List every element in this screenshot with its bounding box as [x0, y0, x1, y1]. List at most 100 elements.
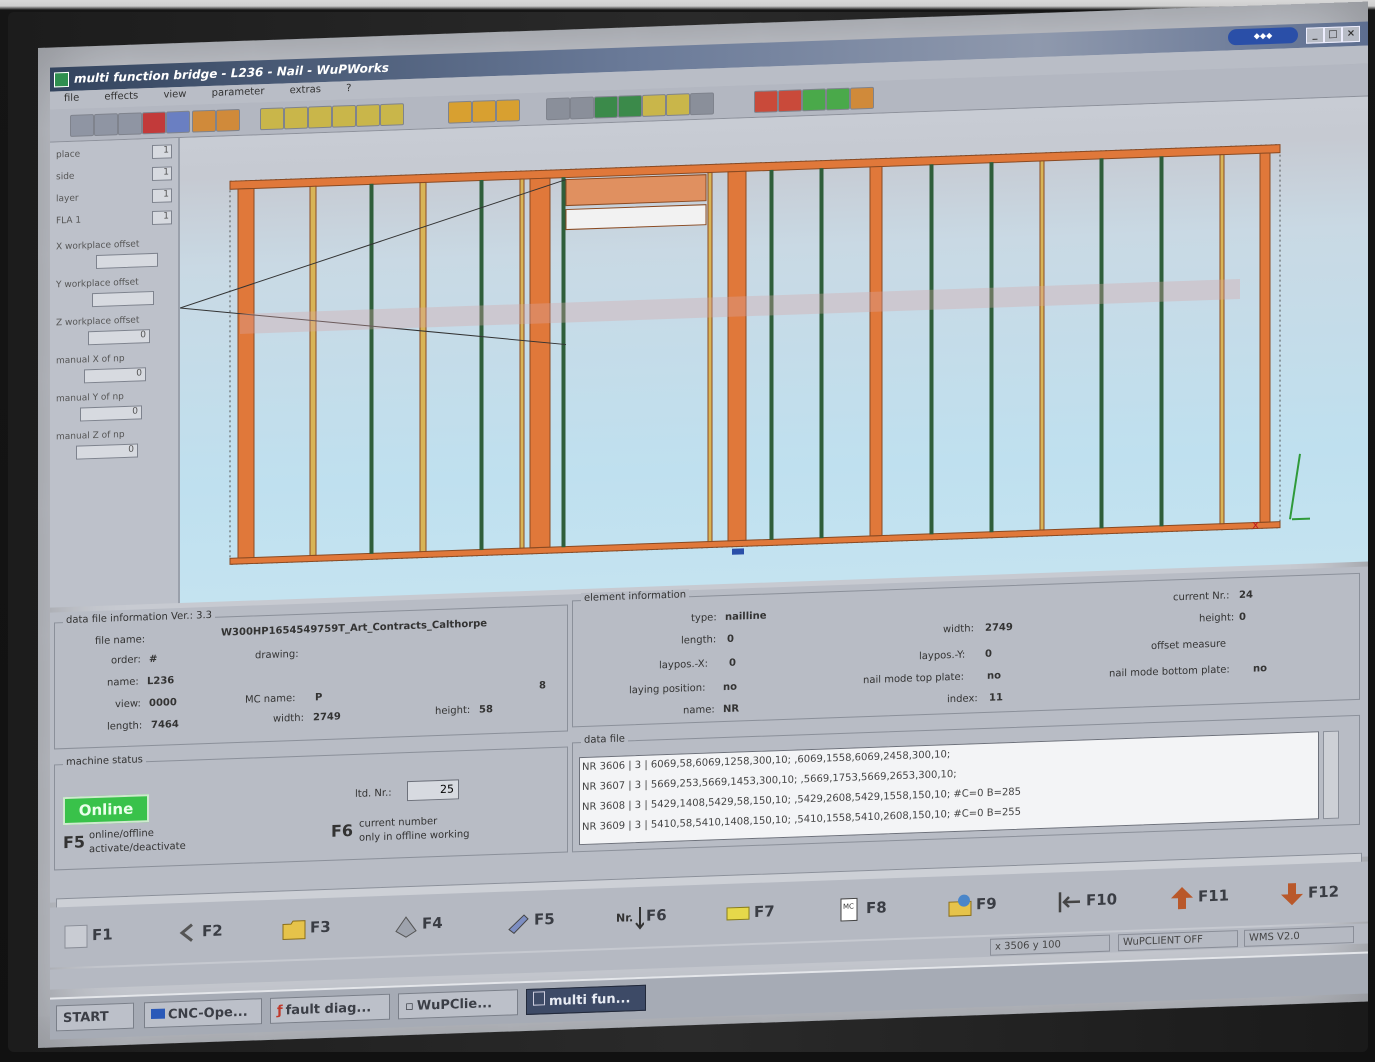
function-key-label: F4 — [422, 913, 443, 933]
toolbar-button[interactable] — [594, 95, 618, 119]
toolbar-button[interactable] — [618, 94, 642, 118]
layer-field[interactable]: 1 — [152, 188, 172, 204]
window-header — [565, 174, 707, 207]
menu-extras[interactable]: extras — [290, 84, 321, 96]
toolbar-button[interactable] — [192, 109, 216, 133]
wall-stud — [1259, 152, 1271, 523]
function-key-f3[interactable]: F3 — [274, 908, 382, 948]
menu-effects[interactable]: effects — [104, 90, 138, 102]
extra-value: 8 — [539, 680, 546, 692]
wall-stud — [929, 164, 934, 535]
axis-x-marker: x — [1252, 517, 1259, 531]
toolbar-button[interactable] — [332, 104, 356, 128]
f5-key-label[interactable]: F5 — [63, 832, 85, 852]
cursor-marker — [732, 548, 744, 555]
machine-status-panel: machine status Online F5 online/offline … — [54, 746, 568, 871]
label-icon — [726, 906, 750, 921]
task-wupclient[interactable]: ▫ WuPClie... — [398, 989, 518, 1020]
menu-view[interactable]: view — [163, 89, 186, 101]
task-icon: ƒ — [277, 1003, 283, 1019]
x-offset-field[interactable] — [96, 252, 158, 269]
function-key-f4[interactable]: F4 — [386, 904, 494, 944]
nail-bottom-value: no — [1253, 663, 1267, 675]
f5-text-2: activate/deactivate — [89, 840, 186, 856]
function-key-f2[interactable]: F2 — [166, 912, 274, 952]
toolbar-button[interactable] — [802, 88, 826, 112]
task-cnc-operator[interactable]: CNC-Ope... — [144, 998, 262, 1029]
manual-z-label: manual Z of np — [56, 429, 125, 443]
toolbar-button[interactable] — [308, 105, 332, 129]
toolbar-button[interactable] — [778, 89, 802, 113]
toolbar-button[interactable] — [826, 87, 850, 111]
function-key-label: F11 — [1198, 886, 1230, 906]
length-value: 7464 — [151, 719, 179, 732]
function-key-f5[interactable]: F5 — [498, 900, 606, 940]
function-key-f12[interactable]: F12 — [1272, 873, 1368, 913]
function-key-f6[interactable]: Nr. F6 — [610, 896, 718, 936]
toolbar-button[interactable] — [690, 92, 714, 116]
task-fault-diag[interactable]: ƒ fault diag... — [270, 993, 390, 1024]
wall-stud — [707, 171, 713, 543]
function-key-f1[interactable]: F1 — [56, 916, 164, 956]
element-width-value: 2749 — [985, 621, 1013, 634]
file-name-value: W300HP1654549759T_Art_Contracts_Calthorp… — [221, 618, 488, 639]
toolbar-button[interactable] — [70, 114, 94, 137]
y-offset-field[interactable] — [92, 290, 154, 308]
start-button[interactable]: START — [56, 1002, 134, 1032]
toolbar-button[interactable] — [216, 108, 240, 132]
function-key-label: F1 — [92, 925, 113, 945]
minimize-button[interactable]: _ — [1306, 27, 1324, 44]
ltd-nr-field[interactable]: 25 — [407, 779, 459, 802]
menu-help[interactable]: ? — [346, 83, 351, 94]
function-key-f11[interactable]: F11 — [1162, 877, 1270, 917]
wall-drawing-area[interactable]: x — [180, 96, 1368, 604]
toolbar-button[interactable] — [546, 97, 570, 121]
function-key-f9[interactable]: F9 — [940, 885, 1048, 925]
toolbar-button[interactable] — [94, 113, 118, 137]
function-key-f7[interactable]: F7 — [718, 892, 826, 932]
task-multi-function[interactable]: multi fun... — [526, 984, 646, 1015]
toolbar-button[interactable] — [850, 86, 874, 110]
function-key-f8[interactable]: MC F8 — [830, 889, 938, 929]
data-file-listbox[interactable]: NR 3606 | 3 | 6069,58,6069,1258,300,10; … — [579, 731, 1319, 846]
toolbar-button[interactable] — [260, 107, 284, 131]
toolbar-button[interactable] — [754, 90, 778, 113]
toolbar-button[interactable] — [570, 96, 594, 120]
wall-stud — [727, 170, 747, 542]
svg-text:MC: MC — [843, 903, 854, 911]
manual-x-field[interactable]: 0 — [84, 367, 146, 384]
toolbar-button[interactable] — [666, 93, 690, 117]
f6-text-1: current number — [359, 816, 438, 830]
side-field[interactable]: 1 — [152, 166, 172, 182]
function-key-label: F2 — [202, 921, 223, 941]
task-label: multi fun... — [549, 991, 631, 1010]
toolbar-button[interactable] — [142, 111, 166, 135]
toolbar-button[interactable] — [448, 100, 472, 124]
toolbar-button[interactable] — [284, 106, 308, 130]
wall-stud — [369, 183, 374, 554]
place-field[interactable]: 1 — [152, 144, 172, 160]
toolbar-button[interactable] — [356, 104, 380, 127]
element-info-panel: element information type: nailline lengt… — [572, 572, 1360, 728]
f6-key-label[interactable]: F6 — [331, 821, 353, 841]
element-name-value: NR — [723, 703, 740, 716]
toolbar-button[interactable] — [642, 94, 666, 117]
menu-file[interactable]: file — [64, 93, 79, 105]
toolbar-button[interactable] — [166, 110, 190, 134]
laypos-y-value: 0 — [985, 648, 992, 660]
toolbar-button[interactable] — [496, 99, 520, 123]
toolbar-button[interactable] — [380, 103, 404, 127]
tool-icon — [508, 914, 529, 935]
function-key-f10[interactable]: F10 — [1050, 881, 1158, 921]
manual-z-field[interactable]: 0 — [76, 443, 138, 460]
toolbar-button[interactable] — [472, 100, 496, 123]
monitor-screen: multi function bridge - L236 - Nail - Wu… — [38, 1, 1368, 1048]
data-file-scrollbar[interactable] — [1323, 730, 1339, 820]
z-offset-field[interactable]: 0 — [88, 329, 150, 346]
fla-field[interactable]: 1 — [152, 210, 172, 226]
close-button[interactable]: × — [1342, 25, 1360, 43]
toolbar-button[interactable] — [118, 112, 142, 136]
maximize-button[interactable]: □ — [1324, 26, 1342, 44]
manual-y-field[interactable]: 0 — [80, 405, 142, 422]
menu-parameter[interactable]: parameter — [212, 86, 265, 99]
